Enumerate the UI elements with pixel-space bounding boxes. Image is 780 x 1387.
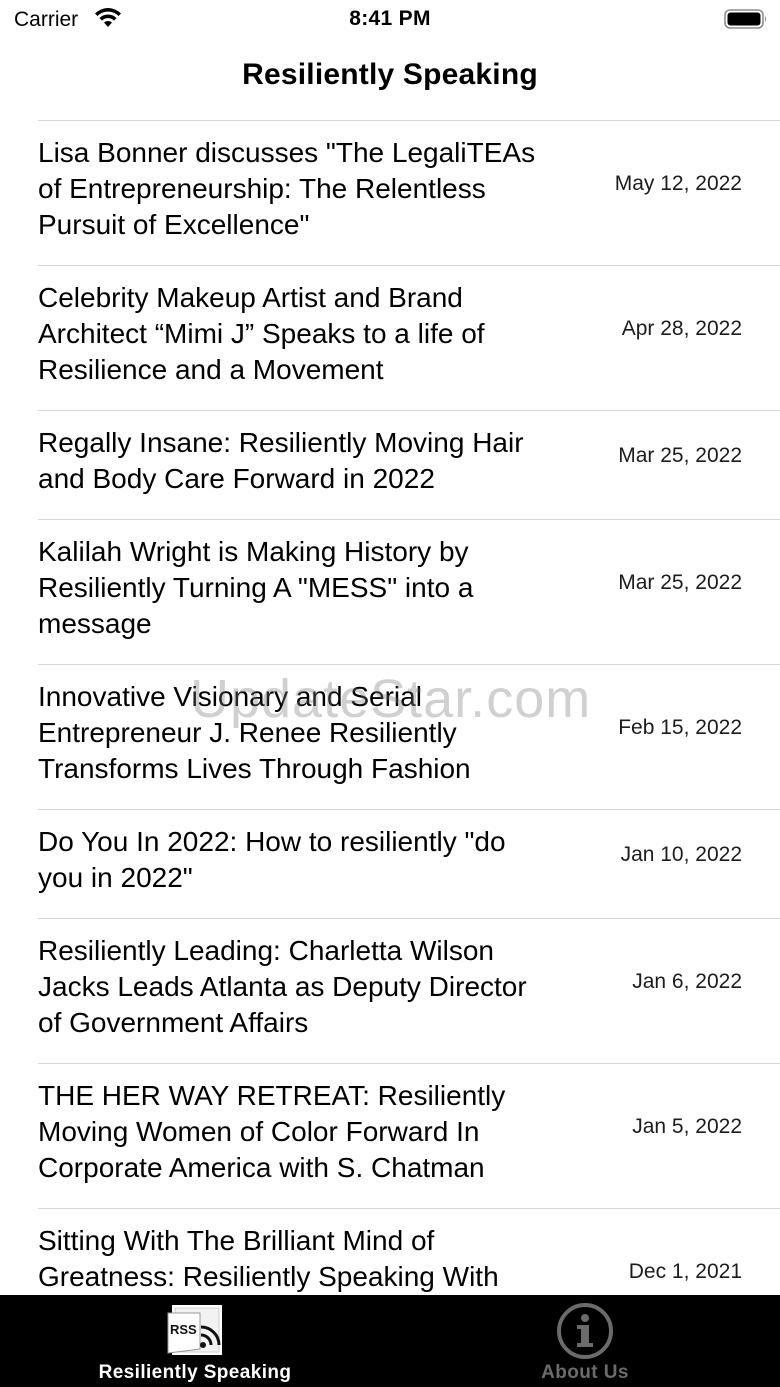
rss-icon: RSS xyxy=(167,1305,222,1355)
article-title-line: Moving Women of Color Forward In xyxy=(38,1116,480,1147)
info-icon xyxy=(557,1303,613,1359)
article-date: Dec 1, 2021 xyxy=(628,1260,742,1283)
article-title-line: Jacks Leads Atlanta as Deputy Director xyxy=(38,971,527,1002)
article-title: Lisa Bonner discusses "The LegaliTEAs of… xyxy=(38,135,583,243)
article-title-line: Pursuit of Excellence" xyxy=(38,209,310,240)
article-title-line: Architect “Mimi J” Speaks to a life of xyxy=(38,318,485,349)
row-divider xyxy=(38,410,780,411)
article-title-line: Kalilah Wright is Making History by xyxy=(38,536,469,567)
row-divider xyxy=(38,519,780,520)
article-row[interactable]: THE HER WAY RETREAT: Resiliently Moving … xyxy=(0,1063,780,1208)
article-title-line: Celebrity Makeup Artist and Brand xyxy=(38,282,463,313)
article-title-line: THE HER WAY RETREAT: Resiliently xyxy=(38,1080,506,1111)
article-row[interactable]: Innovative Visionary and Serial Entrepre… xyxy=(0,664,780,809)
article-title-line: of Entrepreneurship: The Relentless xyxy=(38,173,486,204)
row-divider xyxy=(38,265,780,266)
row-divider xyxy=(38,664,780,665)
article-title-line: you in 2022" xyxy=(38,862,193,893)
row-divider xyxy=(38,1208,780,1209)
rss-icon-text: RSS xyxy=(170,1322,197,1337)
article-title-line: Resiliently Leading: Charletta Wilson xyxy=(38,935,494,966)
article-title-line: of Government Affairs xyxy=(38,1007,309,1038)
article-list[interactable]: Lisa Bonner discusses "The LegaliTEAs of… xyxy=(0,120,780,1295)
article-title-line: Entrepreneur J. Renee Resiliently xyxy=(38,717,457,748)
article-title-line: Resilience and a Movement xyxy=(38,354,384,385)
article-title: Kalilah Wright is Making History by Resi… xyxy=(38,534,583,642)
row-divider xyxy=(38,918,780,919)
article-row[interactable]: Resiliently Leading: Charletta Wilson Ja… xyxy=(0,918,780,1063)
tab-label: About Us xyxy=(541,1362,629,1383)
article-title-line: and Body Care Forward in 2022 xyxy=(38,463,435,494)
page-title: Resiliently Speaking xyxy=(242,58,538,91)
article-title: Regally Insane: Resiliently Moving Hair … xyxy=(38,425,583,497)
article-title-line: Resiliently Turning A "MESS" into a xyxy=(38,572,474,603)
article-title-line: Greatness: Resiliently Speaking With xyxy=(38,1261,499,1292)
tab-bar: RSS Resiliently Speaking About Us xyxy=(0,1295,780,1387)
article-title-line: Lisa Bonner discusses "The LegaliTEAs xyxy=(38,137,536,168)
status-time: 8:41 PM xyxy=(349,7,431,30)
article-title-line: Sitting With The Brilliant Mind of xyxy=(38,1225,435,1256)
article-row[interactable]: Kalilah Wright is Making History by Resi… xyxy=(0,519,780,664)
article-title-line: Do You In 2022: How to resiliently "do xyxy=(38,826,506,857)
screen: Carrier 8:41 PM Resiliently Speaking Lis… xyxy=(0,0,780,1387)
article-date: Jan 5, 2022 xyxy=(632,1115,742,1138)
article-date: Feb 15, 2022 xyxy=(618,716,742,739)
article-title-line: message xyxy=(38,608,152,639)
article-date: Apr 28, 2022 xyxy=(621,317,742,340)
article-title-line: Regally Insane: Resiliently Moving Hair xyxy=(38,427,524,458)
article-title: Sitting With The Brilliant Mind of Great… xyxy=(38,1223,583,1295)
article-row[interactable]: Celebrity Makeup Artist and Brand Archit… xyxy=(0,265,780,410)
article-row[interactable]: Lisa Bonner discusses "The LegaliTEAs of… xyxy=(0,120,780,265)
article-date: Mar 25, 2022 xyxy=(618,444,742,467)
row-divider xyxy=(38,120,780,121)
article-date: Jan 10, 2022 xyxy=(620,843,742,866)
article-row[interactable]: Sitting With The Brilliant Mind of Great… xyxy=(0,1208,780,1295)
battery-icon xyxy=(724,9,767,29)
article-date: Mar 25, 2022 xyxy=(618,571,742,594)
article-date: Jan 6, 2022 xyxy=(632,970,742,993)
article-row[interactable]: Do You In 2022: How to resiliently "do y… xyxy=(0,809,780,918)
row-divider xyxy=(38,809,780,810)
article-title: Celebrity Makeup Artist and Brand Archit… xyxy=(38,280,583,388)
article-date: May 12, 2022 xyxy=(614,172,742,195)
article-title: Resiliently Leading: Charletta Wilson Ja… xyxy=(38,933,583,1041)
article-title: Innovative Visionary and Serial Entrepre… xyxy=(38,679,583,787)
tab-about-us[interactable]: About Us xyxy=(390,1295,780,1387)
article-title: THE HER WAY RETREAT: Resiliently Moving … xyxy=(38,1078,583,1186)
article-row[interactable]: Regally Insane: Resiliently Moving Hair … xyxy=(0,410,780,519)
article-title: Do You In 2022: How to resiliently "do y… xyxy=(38,824,583,896)
article-title-line: Innovative Visionary and Serial xyxy=(38,681,422,712)
tab-resiliently-speaking[interactable]: RSS Resiliently Speaking xyxy=(0,1295,390,1387)
article-title-line: Corporate America with S. Chatman xyxy=(38,1152,485,1183)
tab-label: Resiliently Speaking xyxy=(98,1362,292,1383)
article-title-line: Transforms Lives Through Fashion xyxy=(38,753,471,784)
row-divider xyxy=(38,1063,780,1064)
status-bar: Carrier 8:41 PM xyxy=(0,0,780,40)
